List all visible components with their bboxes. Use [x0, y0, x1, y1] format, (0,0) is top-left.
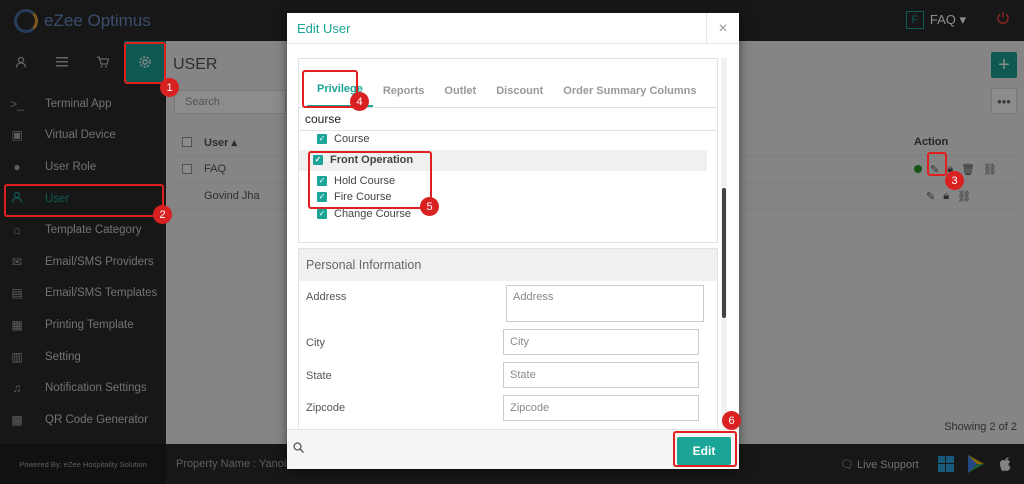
- city-field[interactable]: City: [503, 329, 699, 355]
- tab-reports[interactable]: Reports: [373, 85, 435, 107]
- tab-order-summary-columns[interactable]: Order Summary Columns: [553, 85, 706, 107]
- field-label: State: [306, 370, 332, 382]
- field-label: Address: [306, 291, 347, 303]
- annotation-box-edit-icon: [927, 152, 947, 176]
- checkbox-checked-icon[interactable]: ✓: [317, 134, 327, 145]
- tab-outlet[interactable]: Outlet: [434, 85, 486, 107]
- state-field[interactable]: State: [503, 362, 699, 388]
- zipcode-field[interactable]: Zipcode: [503, 395, 699, 421]
- annotation-badge: 4: [350, 92, 369, 111]
- scrollbar-thumb[interactable]: [722, 188, 726, 318]
- annotation-badge: 6: [722, 411, 741, 430]
- annotation-badge: 3: [945, 171, 964, 190]
- zipcode-row: Zipcode Zipcode: [299, 395, 717, 428]
- checkbox-checked-icon[interactable]: ✓: [317, 208, 327, 219]
- annotation-badge: 5: [420, 197, 439, 216]
- annotation-badge: 1: [160, 78, 179, 97]
- privilege-label: Course: [334, 133, 370, 146]
- modal-body: Privilege Reports Outlet Discount Order …: [298, 58, 718, 428]
- city-row: City City: [299, 329, 717, 365]
- modal-header: Edit User ×: [287, 13, 739, 44]
- address-field[interactable]: Address: [506, 285, 704, 322]
- field-label: Zipcode: [306, 402, 346, 414]
- section-title: Personal Information: [299, 249, 717, 281]
- state-row: State State: [299, 362, 717, 399]
- tab-discount[interactable]: Discount: [486, 85, 553, 107]
- address-row: Address Address: [299, 281, 717, 331]
- search-icon[interactable]: [293, 442, 304, 456]
- annotation-box-settings: [124, 42, 166, 84]
- annotation-badge: 2: [153, 205, 172, 224]
- annotation-box-edit-button: [673, 431, 737, 467]
- annotation-box-course-privileges: [308, 151, 432, 209]
- modal-scrollbar[interactable]: [721, 58, 727, 428]
- modal-title: Edit User: [297, 20, 351, 36]
- close-button[interactable]: ×: [706, 13, 739, 44]
- annotation-box-user: [4, 184, 164, 217]
- privilege-item-course[interactable]: ✓ Course: [299, 131, 717, 148]
- modal-footer: Edit: [287, 429, 739, 469]
- personal-information-section: Personal Information Address Address Cit…: [298, 248, 718, 428]
- privilege-label: Change Course: [334, 207, 412, 220]
- field-label: City: [306, 337, 325, 349]
